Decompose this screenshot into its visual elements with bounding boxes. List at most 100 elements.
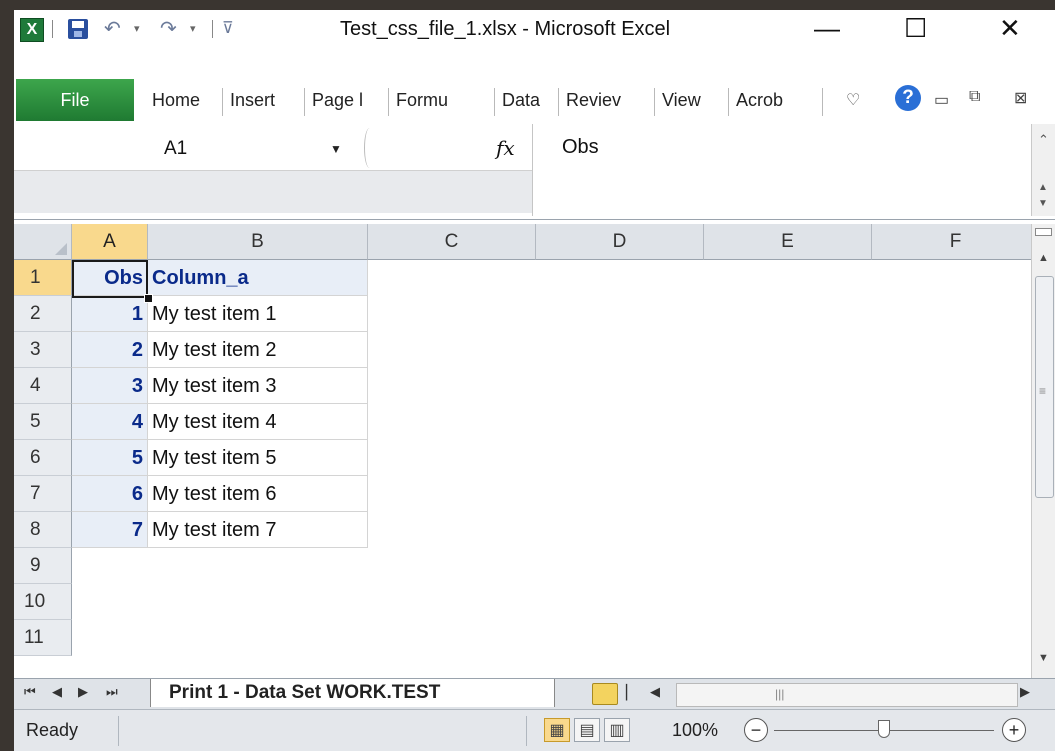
row-header[interactable]: 2 (14, 296, 72, 332)
table-cell-obs[interactable]: 2 (72, 332, 148, 368)
tab-data[interactable]: Data (502, 90, 540, 111)
table-cell-column-a[interactable]: My test item 1 (148, 296, 368, 332)
excel-logo-icon[interactable]: X (20, 18, 44, 42)
fill-handle[interactable] (144, 294, 153, 303)
status-bar: Ready ▦ ▤ ▥ 100% − + (14, 709, 1055, 751)
page-layout-view-button[interactable]: ▤ (574, 718, 600, 742)
formula-bar-scroll[interactable]: ⌃ ▲ ▼ (1031, 124, 1055, 216)
worksheet-grid[interactable]: A B C D E F 1 2 3 4 5 6 7 8 9 10 11 Obs … (14, 224, 1031, 678)
tab-split-icon[interactable]: ▏ (626, 684, 637, 701)
restore-workbook-minimize-icon[interactable]: ▭ (934, 90, 949, 110)
cell-b1[interactable]: Column_a (148, 260, 368, 296)
split-box[interactable] (1035, 228, 1052, 236)
restore-workbook-icon[interactable]: ⧉ (969, 88, 980, 106)
first-sheet-icon[interactable]: ⏮ (24, 684, 36, 700)
column-header-d[interactable]: D (536, 224, 704, 260)
tab-separator (558, 88, 559, 116)
name-box-separator[interactable] (364, 128, 375, 168)
file-tab[interactable]: File (16, 79, 134, 121)
sheet-tab-active[interactable]: Print 1 - Data Set WORK.TEST (150, 679, 555, 707)
redo-icon[interactable]: ↷ (160, 16, 177, 42)
help-icon[interactable]: ? (895, 85, 921, 111)
insert-function-icon[interactable]: fx (496, 136, 515, 160)
tab-separator (822, 88, 823, 116)
title-bar: X ↶ ▾ ↷ ▾ ⊽ Test_css_file_1.xlsx - Micro… (14, 10, 1055, 48)
scroll-down-arrow-icon[interactable]: ▼ (1038, 652, 1049, 664)
row-header[interactable]: 5 (14, 404, 72, 440)
tab-insert[interactable]: Insert (230, 90, 275, 111)
column-header-f[interactable]: F (872, 224, 1031, 260)
tab-separator (654, 88, 655, 116)
column-header-a[interactable]: A (72, 224, 148, 260)
table-cell-obs[interactable]: 6 (72, 476, 148, 512)
zoom-level-text[interactable]: 100% (672, 720, 718, 741)
horizontal-scrollbar[interactable]: ||| (676, 683, 1018, 707)
row-header[interactable]: 8 (14, 512, 72, 548)
select-all-corner[interactable] (14, 224, 72, 260)
title-separator (52, 20, 53, 38)
minimize-button[interactable]: — (814, 13, 840, 43)
name-box-dropdown-icon[interactable]: ▼ (330, 142, 342, 156)
status-ready-text: Ready (26, 720, 79, 740)
last-sheet-icon[interactable]: ⏭ (106, 684, 118, 700)
table-cell-obs[interactable]: 4 (72, 404, 148, 440)
column-header-b[interactable]: B (148, 224, 368, 260)
row-header[interactable]: 10 (14, 584, 72, 620)
close-workbook-icon[interactable]: ⊠ (1014, 88, 1027, 108)
tab-formulas[interactable]: Formu (396, 90, 448, 111)
vertical-scrollbar[interactable]: ▲ ≡ ▼ (1031, 224, 1055, 678)
tab-page-layout[interactable]: Page l (312, 90, 363, 111)
scroll-right-icon[interactable]: ▶ (1020, 684, 1030, 700)
minimize-ribbon-icon[interactable]: ♡ (846, 90, 860, 110)
tab-view[interactable]: View (662, 90, 701, 111)
table-cell-column-a[interactable]: My test item 4 (148, 404, 368, 440)
cell-a1[interactable]: Obs (72, 260, 148, 296)
name-box-value: A1 (164, 138, 188, 159)
row-header[interactable]: 11 (14, 620, 72, 656)
table-cell-obs[interactable]: 1 (72, 296, 148, 332)
qat-separator (212, 20, 213, 38)
close-button[interactable]: ✕ (999, 13, 1021, 43)
row-header[interactable]: 4 (14, 368, 72, 404)
row-header[interactable]: 3 (14, 332, 72, 368)
tab-acrobat[interactable]: Acrob (736, 90, 783, 111)
prev-sheet-icon[interactable]: ◀ (52, 684, 62, 700)
scroll-down-icon[interactable]: ▼ (1038, 198, 1048, 209)
tab-home[interactable]: Home (152, 90, 200, 111)
table-cell-column-a[interactable]: My test item 5 (148, 440, 368, 476)
maximize-button[interactable]: ☐ (904, 13, 927, 43)
row-header[interactable]: 7 (14, 476, 72, 512)
table-cell-column-a[interactable]: My test item 3 (148, 368, 368, 404)
row-header[interactable]: 9 (14, 548, 72, 584)
zoom-out-button[interactable]: − (744, 718, 768, 742)
table-cell-obs[interactable]: 7 (72, 512, 148, 548)
scroll-up-icon[interactable]: ▲ (1038, 182, 1048, 193)
sheet-tab-bar: ⏮ ◀ ▶ ⏭ Print 1 - Data Set WORK.TEST ▏ ◀… (14, 678, 1055, 709)
zoom-slider-thumb[interactable] (878, 720, 890, 738)
scroll-left-icon[interactable]: ◀ (650, 684, 660, 700)
page-break-preview-button[interactable]: ▥ (604, 718, 630, 742)
row-header[interactable]: 6 (14, 440, 72, 476)
table-cell-column-a[interactable]: My test item 6 (148, 476, 368, 512)
undo-dropdown-icon[interactable]: ▾ (134, 22, 140, 35)
redo-dropdown-icon[interactable]: ▾ (190, 22, 196, 35)
row-header[interactable]: 1 (14, 260, 72, 296)
tab-review[interactable]: Reviev (566, 90, 621, 111)
scroll-up-arrow-icon[interactable]: ▲ (1038, 252, 1049, 264)
table-cell-column-a[interactable]: My test item 7 (148, 512, 368, 548)
customize-qat-icon[interactable]: ⊽ (222, 16, 234, 42)
formula-input[interactable] (532, 124, 1026, 216)
name-box[interactable] (20, 128, 360, 168)
save-icon[interactable] (68, 19, 88, 39)
insert-worksheet-icon[interactable] (592, 683, 618, 705)
collapse-formula-bar-icon[interactable]: ⌃ (1038, 132, 1049, 148)
table-cell-obs[interactable]: 5 (72, 440, 148, 476)
table-cell-obs[interactable]: 3 (72, 368, 148, 404)
zoom-in-button[interactable]: + (1002, 718, 1026, 742)
normal-view-button[interactable]: ▦ (544, 718, 570, 742)
table-cell-column-a[interactable]: My test item 2 (148, 332, 368, 368)
column-header-e[interactable]: E (704, 224, 872, 260)
column-header-c[interactable]: C (368, 224, 536, 260)
undo-icon[interactable]: ↶ (104, 16, 121, 42)
next-sheet-icon[interactable]: ▶ (78, 684, 88, 700)
